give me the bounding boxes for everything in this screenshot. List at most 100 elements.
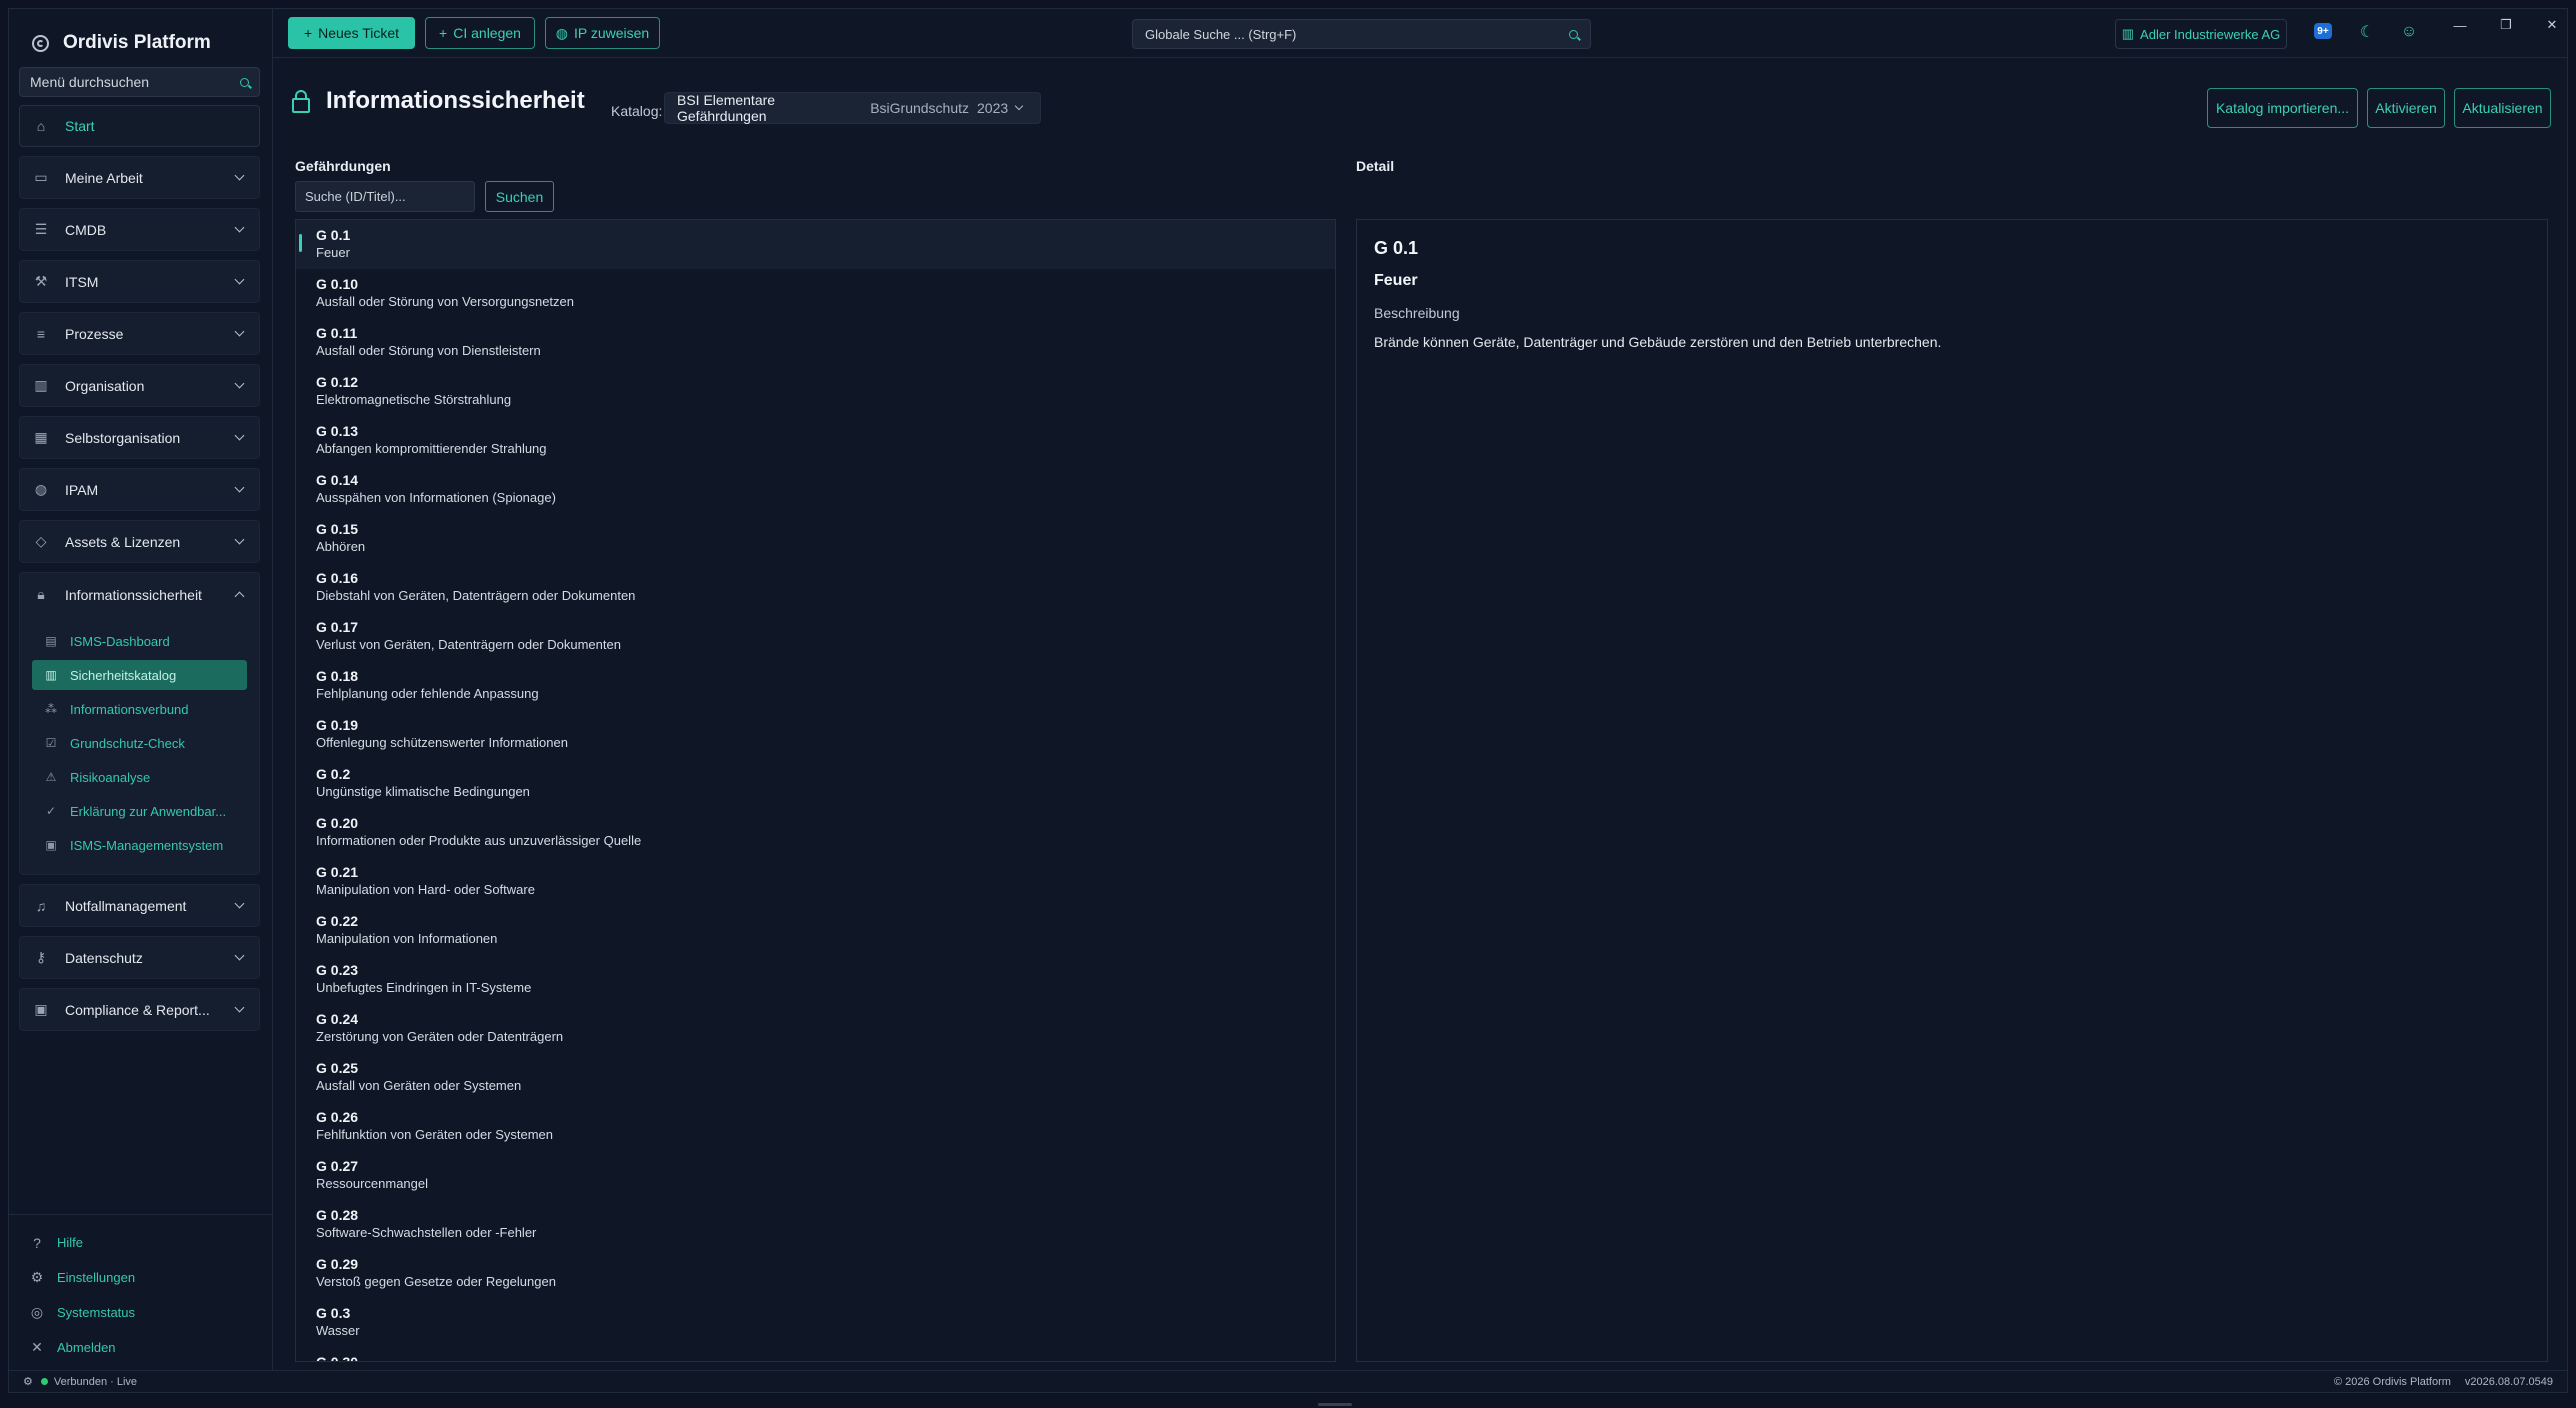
sidebar-item-datenschutz[interactable]: ⚷ Datenschutz <box>19 936 260 979</box>
list-item[interactable]: G 0.29 Verstoß gegen Gesetze oder Regelun… <box>296 1249 1335 1298</box>
bell-icon: ♫ <box>35 897 47 914</box>
list-item[interactable]: G 0.15 Abhören <box>296 514 1335 563</box>
list-item[interactable]: G 0.26 Fehlfunktion von Geräten oder Syst… <box>296 1102 1335 1151</box>
restore-icon[interactable]: ❐ <box>2491 15 2521 35</box>
sidebar-subitem-erklaerung[interactable]: ✓ Erklärung zur Anwendbar... <box>32 796 247 826</box>
list-item[interactable]: G 0.23 Unbefugtes Eindringen in IT-System… <box>296 955 1335 1004</box>
sidebar-item-prozesse[interactable]: ≡ Prozesse <box>19 312 260 355</box>
sidebar-subitem-label: Sicherheitskatalog <box>70 667 177 683</box>
sidebar-subitem-grundschutz-check[interactable]: ☑ Grundschutz-Check <box>32 728 247 758</box>
brand[interactable]: Ordivis Platform <box>32 23 211 63</box>
plus-icon: + <box>439 25 448 41</box>
question-icon: ? <box>33 1234 41 1251</box>
list-item[interactable]: G 0.19 Offenlegung schützenswerter Inform… <box>296 710 1335 759</box>
menu-search-placeholder: Menü durchsuchen <box>30 74 150 90</box>
systemstatus-link[interactable]: ◎ Systemstatus <box>9 1295 272 1330</box>
katalog-select[interactable]: BSI Elementare Gefährdungen BsiGrundschu… <box>664 92 1041 124</box>
sidebar-subitem-risikoanalyse[interactable]: ⚠ Risikoanalyse <box>32 762 247 792</box>
list-search-input[interactable]: Suche (ID/Titel)... <box>295 181 475 212</box>
sidebar-subitem-isms-managementsystem[interactable]: ▣ ISMS-Managementsystem <box>32 830 247 860</box>
sidebar-item-cmdb[interactable]: ☰ CMDB <box>19 208 260 251</box>
refresh-button[interactable]: Aktualisieren <box>2454 88 2551 128</box>
list-item-title: Ausfall von Geräten oder Systemen <box>316 1078 522 1093</box>
list-item[interactable]: G 0.10 Ausfall oder Störung von Versorgun… <box>296 269 1335 318</box>
list-item[interactable]: G 0.25 Ausfall von Geräten oder Systemen <box>296 1053 1335 1102</box>
list-item[interactable]: G 0.2 Ungünstige klimatische Bedingungen <box>296 759 1335 808</box>
sidebar-item-ipam[interactable]: ◍ IPAM <box>19 468 260 511</box>
activate-button[interactable]: Aktivieren <box>2367 88 2445 128</box>
list-item-id: G 0.13 <box>316 423 359 439</box>
list-item-title: Zerstörung von Geräten oder Datenträgern <box>316 1029 564 1044</box>
list-item[interactable]: G 0.27 Ressourcenmangel <box>296 1151 1335 1200</box>
warning-icon: ⚠ <box>45 770 57 784</box>
sidebar-item-label: ITSM <box>65 273 99 290</box>
list-item-id: G 0.11 <box>316 325 358 341</box>
minimize-icon[interactable]: — <box>2445 15 2475 35</box>
list-item[interactable]: G 0.30 <box>296 1347 1335 1361</box>
sidebar-item-compliance[interactable]: ▣ Compliance & Report... <box>19 988 260 1031</box>
status-check-icon: ◎ <box>30 1304 44 1320</box>
list-item-id: G 0.1 <box>316 227 351 243</box>
list-item-id: G 0.10 <box>316 276 359 292</box>
detail-heading: Detail <box>1356 158 1395 174</box>
list-item[interactable]: G 0.11 Ausfall oder Störung von Dienstlei… <box>296 318 1335 367</box>
list-item-id: G 0.29 <box>316 1256 359 1272</box>
page-header: Informationssicherheit <box>292 87 585 115</box>
sidebar-submenu: ▤ ISMS-Dashboard ▥ Sicherheitskatalog ⁂ … <box>20 616 259 874</box>
help-link[interactable]: ? Hilfe <box>9 1225 272 1260</box>
sidebar-subitem-sicherheitskatalog[interactable]: ▥ Sicherheitskatalog <box>32 660 247 690</box>
list-item-title: Fehlplanung oder fehlende Anpassung <box>316 686 539 701</box>
list-item[interactable]: G 0.24 Zerstörung von Geräten oder Datent… <box>296 1004 1335 1053</box>
list-item-title: Diebstahl von Geräten, Datenträgern oder… <box>316 588 636 603</box>
list-item-id: G 0.28 <box>316 1207 359 1223</box>
list-item-id: G 0.27 <box>316 1158 359 1174</box>
sidebar-item-selbstorganisation[interactable]: ▦ Selbstorganisation <box>19 416 260 459</box>
logout-link[interactable]: ✕ Abmelden <box>9 1330 272 1365</box>
list-item-title: Abhören <box>316 539 366 554</box>
katalog-name: BSI Elementare Gefährdungen <box>677 92 776 124</box>
list-item[interactable]: G 0.18 Fehlplanung oder fehlende Anpassun… <box>296 661 1335 710</box>
list-item[interactable]: G 0.28 Software-Schwachstellen oder -Fehl… <box>296 1200 1335 1249</box>
sidebar-item-label: CMDB <box>65 221 107 238</box>
sidebar-item-meine-arbeit[interactable]: ▭ Meine Arbeit <box>19 156 260 199</box>
sidebar-subitem-label: Informationsverbund <box>70 701 189 717</box>
moon-icon[interactable]: ☾ <box>2356 21 2378 43</box>
ci-anlegen-button[interactable]: + CI anlegen <box>425 17 535 49</box>
key-icon: ⚷ <box>35 949 47 965</box>
list-item[interactable]: G 0.16 Diebstahl von Geräten, Datenträger… <box>296 563 1335 612</box>
menu-search-input[interactable]: Menü durchsuchen <box>19 67 260 97</box>
tenant-selector[interactable]: ▥ Adler Industriewerke AG <box>2115 19 2287 49</box>
sidebar-item-notfallmanagement[interactable]: ♫ Notfallmanagement <box>19 884 260 927</box>
list-item[interactable]: G 0.1 Feuer <box>296 220 1335 269</box>
chevron-down-icon <box>1014 101 1024 111</box>
sidebar-subitem-isms-dashboard[interactable]: ▤ ISMS-Dashboard <box>32 626 247 656</box>
new-ticket-button[interactable]: + Neues Ticket <box>288 17 415 49</box>
window-close-icon[interactable]: ✕ <box>2537 15 2567 35</box>
list-item[interactable]: G 0.3 Wasser <box>296 1298 1335 1347</box>
list-item-id: G 0.21 <box>316 864 359 880</box>
list-item-id: G 0.26 <box>316 1109 359 1125</box>
list-item[interactable]: G 0.22 Manipulation von Informationen <box>296 906 1335 955</box>
sidebar-subitem-informationsverbund[interactable]: ⁂ Informationsverbund <box>32 694 247 724</box>
katalog-import-button[interactable]: Katalog importieren... <box>2207 88 2358 128</box>
settings-link[interactable]: ⚙ Einstellungen <box>9 1260 272 1295</box>
sidebar-item-itsm[interactable]: ⚒ ITSM <box>19 260 260 303</box>
list-item-title: Unbefugtes Eindringen in IT-Systeme <box>316 980 532 995</box>
sidebar-item-organisation[interactable]: ▥ Organisation <box>19 364 260 407</box>
list-search-button[interactable]: Suchen <box>485 181 554 212</box>
global-search-input[interactable]: Globale Suche ... (Strg+F) <box>1132 19 1591 49</box>
bug-icon[interactable]: ⚙ <box>23 1375 33 1388</box>
user-icon[interactable]: ☺ <box>2398 21 2420 43</box>
list-item[interactable]: G 0.21 Manipulation von Hard- oder Softwa… <box>296 857 1335 906</box>
sidebar-item-informationssicherheit[interactable]: 🔒︎ Informationssicherheit <box>20 573 259 616</box>
list-item[interactable]: G 0.14 Ausspähen von Informationen (Spion… <box>296 465 1335 514</box>
list-item[interactable]: G 0.20 Informationen oder Produkte aus un… <box>296 808 1335 857</box>
sidebar-item-assets[interactable]: ◇ Assets & Lizenzen <box>19 520 260 563</box>
list-item[interactable]: G 0.13 Abfangen kompromittierender Strahl… <box>296 416 1335 465</box>
sidebar-item-start[interactable]: ⌂ Start <box>19 105 260 147</box>
list-item[interactable]: G 0.17 Verlust von Geräten, Datenträgern … <box>296 612 1335 661</box>
ip-zuweisen-button[interactable]: ◍ IP zuweisen <box>545 17 660 49</box>
notifications-icon[interactable]: 9+ <box>2314 23 2332 39</box>
list-item[interactable]: G 0.12 Elektromagnetische Störstrahlung <box>296 367 1335 416</box>
home-icon: ⌂ <box>36 118 46 134</box>
